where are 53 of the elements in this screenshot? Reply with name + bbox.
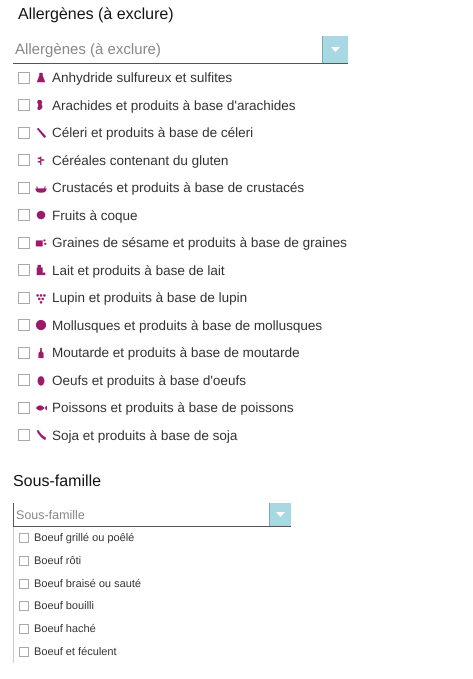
egg-icon bbox=[35, 373, 47, 388]
subfamily-label: Boeuf bouilli bbox=[34, 600, 94, 612]
checkbox[interactable] bbox=[18, 154, 30, 166]
checkbox[interactable] bbox=[19, 533, 29, 544]
checkbox[interactable] bbox=[18, 264, 30, 276]
checkbox[interactable] bbox=[18, 346, 30, 359]
subfamily-label: Boeuf grillé ou poêlé bbox=[34, 532, 134, 544]
allergen-label: Céréales contenant du gluten bbox=[52, 152, 228, 168]
checkbox[interactable] bbox=[18, 99, 30, 112]
dropdown-field[interactable]: Allergènes (à exclure) bbox=[13, 36, 348, 64]
subfamily-label: Boeuf braisé ou sauté bbox=[34, 578, 142, 590]
checkbox[interactable] bbox=[19, 624, 29, 634]
allergen-label: Lupin et produits à base de lupin bbox=[52, 290, 248, 306]
checkbox[interactable] bbox=[18, 429, 30, 442]
dropdown-button[interactable] bbox=[269, 503, 291, 526]
allergen-label: Moutarde et produits à base de moutarde bbox=[52, 345, 300, 360]
checkbox[interactable] bbox=[18, 209, 30, 222]
checkbox[interactable] bbox=[19, 646, 29, 657]
checkbox[interactable] bbox=[18, 72, 30, 84]
subfamily-label: Boeuf haché bbox=[34, 623, 96, 636]
allergen-label: Graines de sésame et produits à base de graines bbox=[52, 235, 347, 250]
checkbox[interactable] bbox=[19, 556, 29, 566]
allergen-label: Soja et produits à base de soja bbox=[52, 428, 238, 443]
checkbox[interactable] bbox=[18, 126, 30, 139]
caret-icon bbox=[331, 47, 340, 52]
checkbox[interactable] bbox=[18, 402, 30, 414]
allergen-label: Anhydride sulfureux et sulfites bbox=[52, 70, 232, 86]
allergen-label: Arachides et produits à base d'arachides bbox=[52, 98, 296, 113]
allergen-label: Lait et produits à base de lait bbox=[52, 262, 225, 278]
milk-bottle-icon bbox=[35, 263, 47, 278]
allergen-label: Poissons et produits à base de poissons bbox=[52, 400, 294, 416]
checkbox[interactable] bbox=[18, 236, 30, 249]
checkbox[interactable] bbox=[18, 374, 30, 386]
dropdown-button[interactable] bbox=[322, 36, 348, 63]
section-title: Allergènes (à exclure) bbox=[17, 6, 175, 24]
checkbox[interactable] bbox=[18, 319, 30, 332]
caret-icon bbox=[276, 512, 285, 517]
checkbox[interactable] bbox=[19, 578, 29, 589]
allergen-label: Crustacés et produits à base de crustacés bbox=[52, 180, 304, 196]
subfamily-label: Boeuf rôti bbox=[34, 555, 82, 568]
checkbox[interactable] bbox=[19, 601, 29, 612]
flask-icon bbox=[35, 70, 47, 85]
allergen-label: Céleri et produits à base de céleri bbox=[52, 125, 254, 140]
pod-icon bbox=[35, 428, 47, 442]
section-title: Sous-famille bbox=[13, 473, 102, 491]
subfamily-label: Boeuf et féculent bbox=[34, 646, 117, 658]
allergen-label: Fruits à coque bbox=[52, 208, 138, 223]
dropdown-field[interactable]: Sous-famille bbox=[13, 503, 291, 527]
checkbox[interactable] bbox=[18, 292, 30, 304]
allergen-label: Oeufs et produits à base d'oeufs bbox=[52, 372, 246, 388]
celery-icon bbox=[35, 126, 47, 140]
checkbox[interactable] bbox=[18, 182, 30, 194]
allergen-label: Mollusques et produits à base de mollusques bbox=[52, 318, 322, 333]
